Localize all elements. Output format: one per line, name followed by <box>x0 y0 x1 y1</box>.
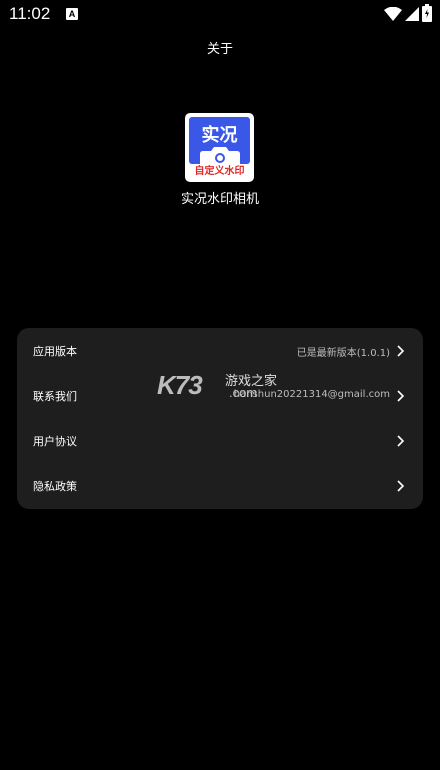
settings-row-label: 联系我们 <box>33 390 77 403</box>
chevron-right-icon <box>395 478 407 492</box>
settings-row-label: 应用版本 <box>33 345 77 358</box>
watermark-logo: K73 <box>157 370 203 400</box>
app-logo-banner: 实况 <box>189 117 250 165</box>
status-icons <box>384 4 432 26</box>
app-logo-word: 实况 <box>201 125 238 146</box>
settings-row-value: 已是最新版本(1.0.1) <box>296 348 390 359</box>
battery-icon <box>422 4 432 26</box>
site-watermark: K73 游戏之家 .com <box>157 368 297 404</box>
app-name: 实况水印相机 <box>180 192 259 207</box>
chevron-right-icon <box>395 433 407 447</box>
watermark-domain: .com <box>229 385 258 400</box>
wifi-icon <box>384 6 402 25</box>
signal-icon <box>405 6 419 25</box>
settings-row-version[interactable]: 应用版本 已是最新版本(1.0.1) <box>17 328 423 373</box>
notification-a-icon: A <box>66 8 78 20</box>
settings-row-label: 隐私政策 <box>33 480 77 493</box>
page-title: 关于 <box>206 42 233 57</box>
app-logo: 实况 自定义水印 <box>185 113 254 182</box>
chevron-right-icon <box>395 343 407 357</box>
settings-row-label: 用户协议 <box>33 435 77 448</box>
status-bar: 11:02 A <box>0 0 440 32</box>
status-time: 11:02 <box>9 4 51 23</box>
settings-card: 应用版本 已是最新版本(1.0.1) 联系我们 hanshun20221314@… <box>17 328 423 509</box>
app-logo-stamp: 自定义水印 <box>194 166 245 177</box>
chevron-right-icon <box>395 388 407 402</box>
settings-row-privacy-policy[interactable]: 隐私政策 <box>17 463 423 508</box>
settings-row-user-agreement[interactable]: 用户协议 <box>17 418 423 463</box>
